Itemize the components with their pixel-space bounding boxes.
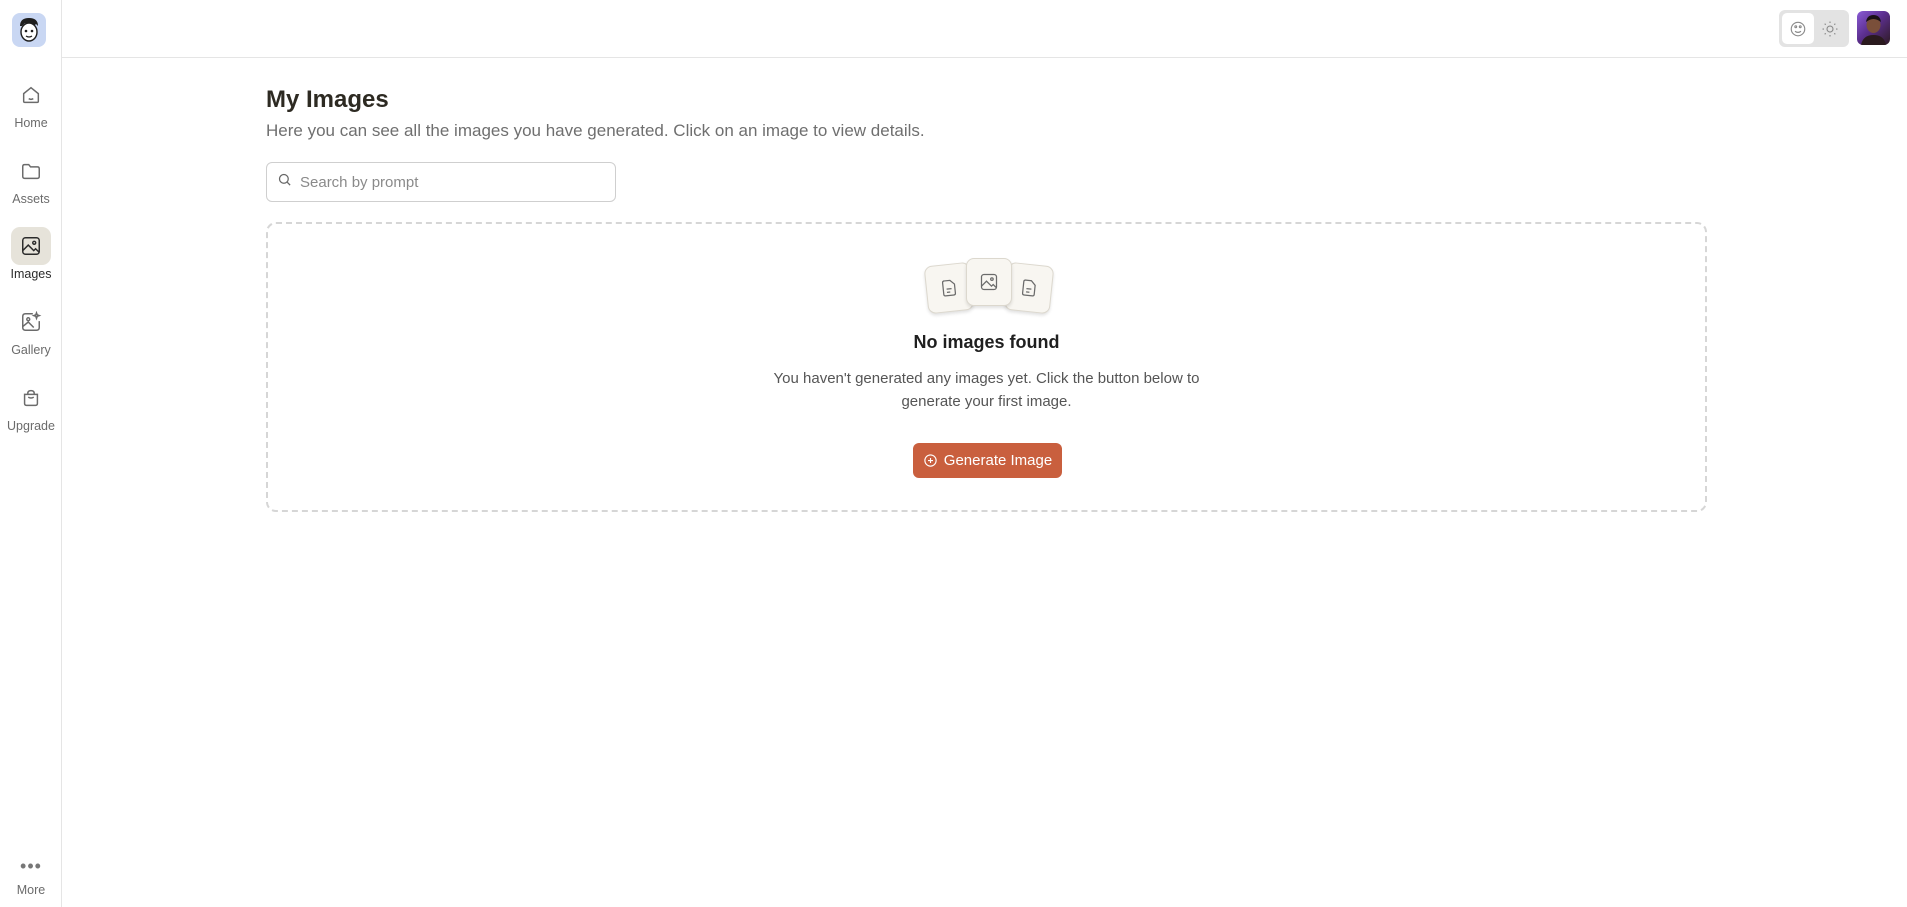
home-icon — [11, 76, 51, 114]
search-icon — [277, 172, 292, 192]
app-logo[interactable] — [12, 13, 46, 47]
sidebar-item-label: Assets — [12, 192, 50, 206]
image-sparkle-icon — [11, 303, 51, 341]
image-card — [966, 258, 1012, 306]
file-text-icon — [1021, 279, 1036, 297]
page-subtitle: Here you can see all the images you have… — [266, 121, 925, 140]
shopping-bag-icon — [11, 379, 51, 417]
sidebar-more-label: More — [16, 883, 46, 897]
empty-state-title: No images found — [913, 332, 1060, 352]
empty-state: No images found You haven't generated an… — [266, 222, 1707, 512]
sidebar: Home Assets Images Gallery Upgrade ••• M… — [0, 0, 62, 907]
generate-image-button[interactable]: Generate Image — [913, 443, 1062, 478]
sidebar-item-assets[interactable]: Assets — [0, 152, 62, 212]
sidebar-item-label: Gallery — [11, 343, 51, 357]
page-title: My Images — [266, 86, 389, 113]
theme-toggle[interactable] — [1779, 10, 1849, 47]
avatar[interactable] — [1857, 11, 1890, 45]
sidebar-item-label: Home — [14, 116, 48, 130]
search-input[interactable] — [300, 173, 600, 191]
search-box[interactable] — [266, 162, 616, 202]
image-icon — [11, 227, 51, 265]
sidebar-item-label: Images — [10, 267, 52, 281]
sidebar-item-upgrade[interactable]: Upgrade — [0, 379, 62, 439]
sidebar-item-gallery[interactable]: Gallery — [0, 303, 62, 363]
sidebar-item-label: Upgrade — [7, 419, 55, 433]
file-text-icon — [941, 279, 957, 297]
image-icon — [980, 273, 998, 291]
sun-icon[interactable] — [1814, 13, 1846, 44]
empty-state-text: You haven't generated any images yet. Cl… — [773, 370, 1200, 410]
empty-illustration — [922, 258, 1058, 315]
top-bar — [62, 0, 1907, 58]
plus-circle-icon — [924, 454, 937, 467]
sidebar-item-home[interactable]: Home — [0, 76, 62, 136]
cartoon-face-logo-icon — [20, 18, 38, 42]
more-dots-icon: ••• — [20, 856, 42, 876]
user-avatar-icon — [1861, 15, 1886, 45]
main-content: My Images Here you can see all the image… — [266, 86, 1707, 512]
folder-icon — [11, 152, 51, 190]
system-theme-icon[interactable] — [1782, 13, 1814, 44]
sidebar-item-images[interactable]: Images — [0, 227, 62, 287]
generate-image-label: Generate Image — [943, 452, 1053, 469]
sidebar-more[interactable]: ••• More — [0, 856, 62, 897]
